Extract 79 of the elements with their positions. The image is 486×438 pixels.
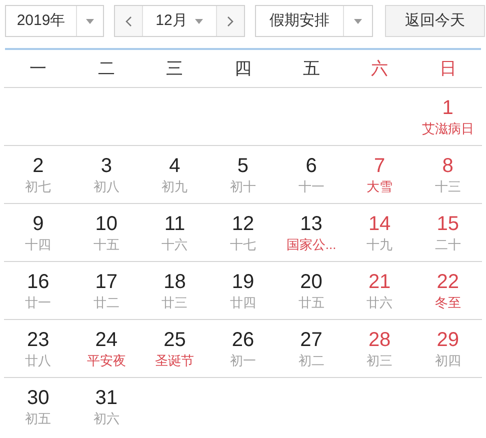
festival-label: 大雪 [366,178,393,196]
day-number[interactable]: 17 [95,270,118,294]
lunar-date: 廿五 [298,294,324,312]
lunar-date: 廿四 [230,294,256,312]
day-number[interactable]: 23 [27,328,50,352]
lunar-date: 十一 [298,178,324,196]
caret-down-icon [86,18,94,24]
festival-label: 圣诞节 [155,352,194,370]
chevron-right-icon [227,16,234,26]
day-number[interactable]: 24 [95,328,118,352]
lunar-date: 初一 [230,352,256,370]
today-button[interactable]: 返回今天 [385,5,485,37]
weekday-label: 六 [371,58,388,80]
day-number[interactable]: 25 [164,328,186,352]
lunar-date: 初九 [162,178,188,196]
day-number[interactable]: 8 [442,154,454,178]
day-number[interactable]: 19 [232,270,254,294]
chevron-left-icon [125,16,132,26]
lunar-date: 初三 [366,352,393,370]
holiday-dropdown[interactable]: 假期安排 [255,5,373,37]
day-number[interactable]: 16 [27,270,50,294]
lunar-date: 初六 [93,410,120,428]
lunar-date: 廿二 [93,294,120,312]
caret-down-icon [195,18,204,24]
day-number[interactable]: 6 [306,154,317,178]
weekday-label: 四 [234,58,252,80]
day-number[interactable]: 2 [32,154,44,178]
lunar-date: 十五 [93,236,120,254]
day-number[interactable]: 18 [164,270,186,294]
lunar-date: 廿三 [162,294,188,312]
lunar-date: 廿六 [366,294,393,312]
day-number[interactable]: 31 [95,386,118,410]
weekday-label: 一 [30,58,47,80]
day-number[interactable]: 4 [169,154,180,178]
day-number[interactable]: 10 [95,212,118,236]
weekday-label: 三 [166,58,184,80]
day-number[interactable]: 9 [32,212,44,236]
day-number[interactable]: 22 [436,270,459,294]
day-number[interactable]: 27 [300,328,322,352]
day-number[interactable]: 15 [436,212,459,236]
day-number[interactable]: 28 [368,328,391,352]
lunar-date: 二十 [434,236,461,254]
previous-month-button[interactable] [115,6,143,36]
lunar-date: 十三 [434,178,461,196]
lunar-date: 初四 [434,352,461,370]
lunar-date: 初七 [25,178,52,196]
next-month-button[interactable] [216,6,244,36]
day-number[interactable]: 5 [237,154,249,178]
lunar-date: 初五 [25,410,52,428]
festival-label: 平安夜 [86,352,126,370]
day-number[interactable]: 1 [442,96,454,120]
lunar-date: 初二 [298,352,324,370]
lunar-date: 廿八 [25,352,52,370]
festival-label: 艾滋病日 [422,120,474,138]
lunar-date: 十九 [366,236,393,254]
weekday-label: 日 [439,58,456,80]
day-number[interactable]: 26 [232,328,254,352]
day-number[interactable]: 12 [232,212,254,236]
day-number[interactable]: 13 [300,212,322,236]
day-number[interactable]: 30 [27,386,50,410]
festival-label: 冬至 [434,294,461,312]
lunar-date: 初八 [93,178,120,196]
lunar-date: 初十 [230,178,256,196]
caret-down-icon [354,18,362,24]
day-number[interactable]: 21 [368,270,391,294]
weekday-label: 二 [98,58,115,80]
lunar-date: 十四 [25,236,52,254]
year-dropdown[interactable]: 2019年 [5,5,104,37]
lunar-date: 十六 [162,236,188,254]
day-number[interactable]: 11 [164,212,186,236]
lunar-date: 十七 [230,236,256,254]
festival-label: 国家公... [286,236,336,254]
lunar-date: 廿一 [25,294,52,312]
day-number[interactable]: 20 [300,270,322,294]
day-number[interactable]: 14 [368,212,391,236]
day-number[interactable]: 3 [100,154,112,178]
day-number[interactable]: 29 [436,328,459,352]
weekday-label: 五 [302,58,320,80]
day-number[interactable]: 7 [374,154,386,178]
